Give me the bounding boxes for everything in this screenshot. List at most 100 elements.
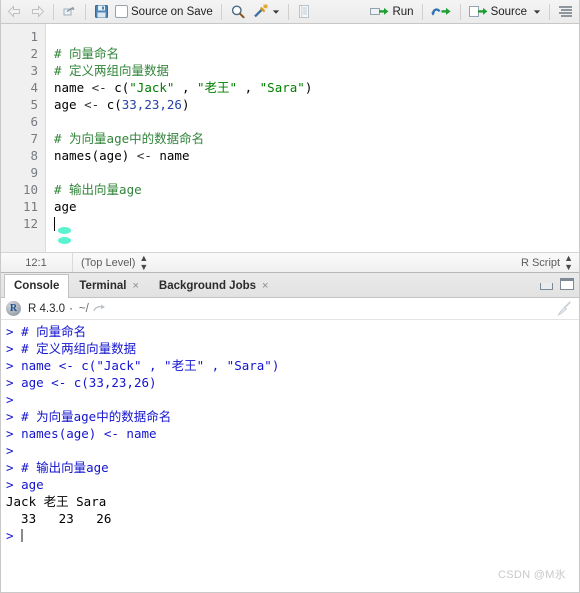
console-output[interactable]: > # 向量命名 > # 定义两组向量数据 > name <- c("Jack" ,…	[0, 320, 580, 593]
code-token: "Jack"	[129, 80, 175, 95]
save-button[interactable]	[91, 2, 112, 22]
code-token: ,	[174, 80, 198, 95]
code-token: <-	[91, 80, 115, 95]
code-token: # 定义两组向量数据	[54, 63, 170, 78]
rerun-button[interactable]	[428, 2, 455, 22]
close-icon[interactable]: ×	[132, 280, 138, 292]
source-on-save-checkbox[interactable]: Source on Save	[112, 2, 216, 22]
console-prompt: >	[6, 528, 22, 543]
code-editor[interactable]: 1 2 3 4 5 6 7 8 9 10 11 12 # 向量命名 # 定义两组向量数据 name <- …	[0, 24, 580, 252]
toolbar-separator	[549, 3, 550, 20]
console-line: > # 为向量age中的数据命名	[6, 408, 574, 425]
console-pane: Console Terminal × Background Jobs × R R 4.3…	[0, 273, 580, 593]
r-logo-icon: R	[6, 301, 21, 316]
console-line: >	[6, 442, 574, 459]
line-number: 7	[30, 131, 38, 146]
toolbar-separator	[421, 3, 423, 20]
code-line: # 为向量age中的数据命名	[54, 130, 580, 147]
code-token: ,	[237, 80, 260, 95]
file-type-selector[interactable]: R Script ▲ ▼	[513, 253, 580, 272]
maximize-pane-icon[interactable]	[560, 278, 574, 290]
source-on-save-label: Source on Save	[131, 5, 213, 18]
cursor-highlight-marker	[58, 237, 71, 244]
find-replace-button[interactable]	[227, 2, 249, 22]
toolbar-separator	[85, 3, 86, 20]
console-prompt: >	[6, 358, 22, 373]
checkbox-box	[115, 5, 128, 18]
code-token: c(	[106, 97, 122, 112]
code-line: # 定义两组向量数据	[54, 62, 580, 79]
document-outline-button[interactable]	[555, 2, 576, 22]
close-icon[interactable]: ×	[262, 280, 268, 292]
console-input-text: names(age) <- name	[21, 426, 157, 441]
console-line: Jack 老王 Sara	[6, 493, 574, 510]
source-button[interactable]: Source	[466, 2, 544, 22]
tab-label: Background Jobs	[158, 279, 257, 292]
minimize-pane-icon[interactable]	[540, 283, 553, 290]
code-line: age	[54, 198, 580, 215]
toolbar-separator	[287, 3, 289, 20]
console-input-text: # 定义两组向量数据	[21, 341, 137, 356]
navigation-group	[4, 0, 48, 23]
code-token: )	[181, 97, 190, 112]
scope-selector[interactable]: (Top Level) ▲ ▼	[73, 253, 155, 272]
compile-report-button[interactable]	[294, 2, 314, 22]
forward-button[interactable]	[26, 2, 48, 22]
code-text-area[interactable]: # 向量命名 # 定义两组向量数据 name <- c("Jack" , "老王" …	[46, 24, 580, 252]
code-line: names(age) <- name	[54, 147, 580, 164]
tab-label: Console	[14, 280, 60, 292]
r-version-label: R 4.3.0	[28, 302, 66, 315]
code-line: name <- c("Jack" , "老王" , "Sara")	[54, 79, 580, 96]
run-label: Run	[392, 5, 414, 18]
line-number: 6	[30, 114, 38, 129]
source-arrow-icon	[468, 5, 488, 18]
back-button[interactable]	[4, 2, 26, 22]
console-line: 33 23 26	[6, 510, 574, 527]
code-token: name	[54, 80, 92, 95]
line-number: 10	[22, 182, 38, 197]
console-output-text: 33 23 26	[6, 511, 112, 526]
tab-terminal[interactable]: Terminal ×	[69, 273, 149, 297]
run-button[interactable]: Run	[367, 2, 416, 22]
console-prompt: >	[6, 460, 22, 475]
window-left-edge	[0, 0, 1, 593]
expand-path-arrow-icon[interactable]	[93, 303, 106, 314]
source-status-bar: 12:1 (Top Level) ▲ ▼ R Script ▲ ▼	[0, 252, 580, 272]
scope-label: (Top Level)	[81, 256, 136, 269]
code-token: age	[54, 199, 77, 214]
console-cursor	[21, 529, 23, 542]
console-line: > age <- c(33,23,26)	[6, 374, 574, 391]
line-number: 3	[30, 63, 38, 78]
toolbar-separator	[53, 3, 54, 20]
console-prompt: >	[6, 477, 22, 492]
run-arrow-icon	[370, 5, 389, 18]
console-line: > name <- c("Jack" , "老王" , "Sara")	[6, 357, 574, 374]
code-line: # 向量命名	[54, 45, 580, 62]
tab-background-jobs[interactable]: Background Jobs ×	[149, 273, 279, 297]
console-input-text: # 为向量age中的数据命名	[21, 409, 172, 424]
broom-clear-console-icon[interactable]	[556, 301, 572, 317]
document-outline-icon	[558, 5, 573, 18]
code-tools-button[interactable]	[249, 2, 283, 22]
tab-console[interactable]: Console	[4, 274, 70, 298]
cursor-position: 12:1	[25, 256, 47, 269]
show-in-new-window-button[interactable]	[59, 2, 80, 22]
line-number: 11	[22, 199, 38, 214]
line-number: 5	[30, 97, 38, 112]
code-tools-wand-icon	[252, 3, 269, 20]
watermark: CSDN @M氷	[498, 569, 566, 581]
code-token: <-	[136, 148, 160, 163]
code-token: age	[54, 97, 85, 112]
source-label: Source	[490, 5, 527, 18]
code-line: age <- c(33,23,26)	[54, 96, 580, 113]
code-token: names(age)	[54, 148, 137, 163]
code-token: )	[304, 80, 313, 95]
working-directory-label[interactable]: ~/	[79, 303, 89, 315]
console-prompt: >	[6, 375, 22, 390]
code-token: # 输出向量age	[54, 182, 142, 197]
console-prompt: >	[6, 409, 22, 424]
console-input-text: # 输出向量age	[21, 460, 109, 475]
console-line: > names(age) <- name	[6, 425, 574, 442]
